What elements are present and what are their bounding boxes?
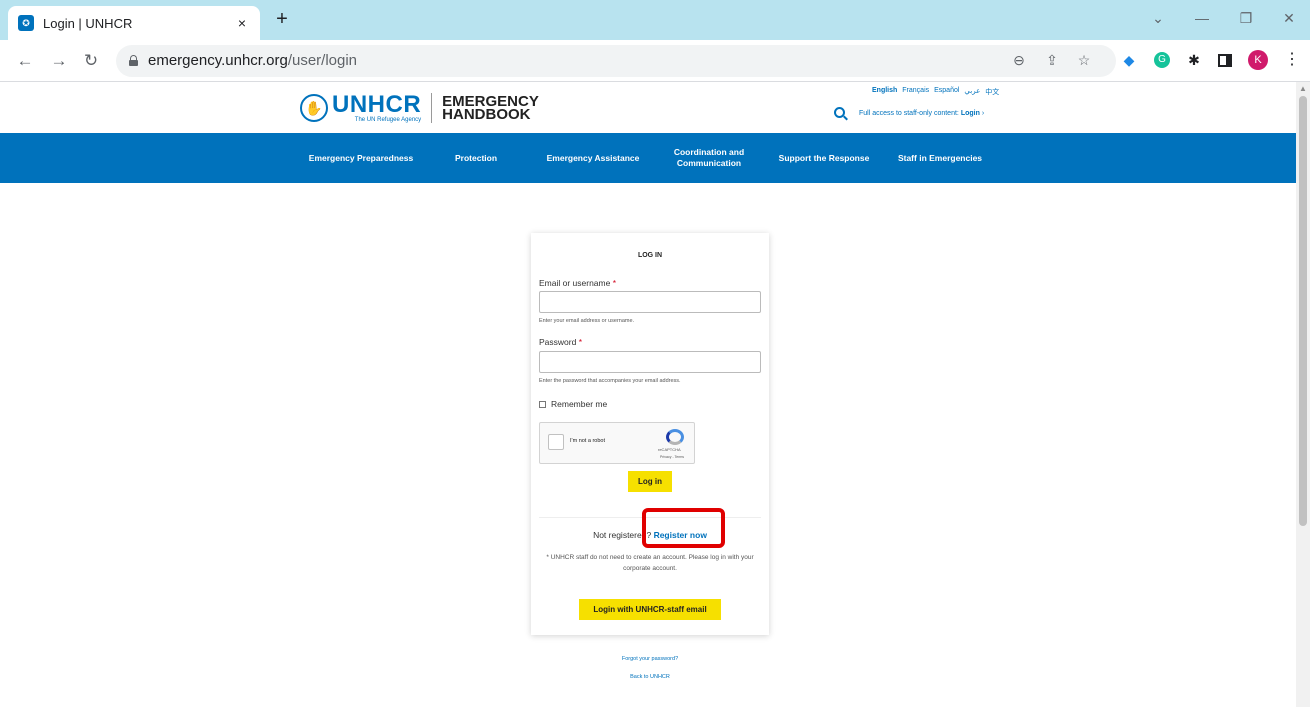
reload-icon[interactable]: ↻: [80, 50, 102, 72]
email-hint: Enter your email address or username.: [539, 318, 635, 324]
logo-sub-text: The UN Refugee Agency: [354, 117, 422, 123]
sidebar-icon[interactable]: [1216, 51, 1234, 69]
email-field[interactable]: [539, 291, 761, 313]
staff-note-text: Full access to staff-only content:: [859, 110, 959, 117]
nav-protection[interactable]: Protection: [446, 133, 506, 183]
recaptcha-checkbox[interactable]: [548, 434, 564, 450]
forgot-password-link[interactable]: Forgot your password?: [600, 656, 700, 662]
new-tab-button[interactable]: +: [272, 9, 292, 29]
nav-support-response[interactable]: Support the Response: [769, 133, 879, 183]
share-icon[interactable]: ⇪: [1043, 52, 1061, 69]
login-button[interactable]: Log in: [628, 471, 672, 492]
staff-login-link[interactable]: Login: [961, 110, 980, 117]
address-bar[interactable]: emergency.unhcr.org/user/login ⊖ ⇪ ☆: [116, 45, 1116, 77]
close-window-icon[interactable]: ✕: [1279, 10, 1299, 27]
password-label: Password *: [539, 337, 583, 347]
tab-title: Login | UNHCR: [43, 15, 133, 31]
minimize-icon[interactable]: —: [1192, 10, 1212, 26]
browser-toolbar: ← → ↻ emergency.unhcr.org/user/login ⊖ ⇪…: [0, 40, 1310, 82]
main-navigation: Emergency Preparedness Protection Emerge…: [0, 133, 1296, 183]
nav-coordination-communication[interactable]: Coordination and Communication: [665, 133, 753, 183]
handbook-line2: HANDBOOK: [442, 106, 531, 123]
recaptcha-brand: reCAPTCHA: [658, 447, 681, 452]
remember-me[interactable]: Remember me: [539, 399, 607, 409]
unhcr-favicon-icon: ✪: [18, 15, 34, 31]
extension-icon[interactable]: ◆: [1120, 51, 1138, 69]
remember-checkbox[interactable]: [539, 400, 546, 408]
back-to-unhcr-link[interactable]: Back to UNHCR: [600, 674, 700, 680]
scrollbar[interactable]: ▲: [1296, 82, 1310, 707]
tab-login[interactable]: ✪ Login | UNHCR ×: [8, 6, 260, 40]
recaptcha-terms[interactable]: Privacy - Terms: [660, 455, 684, 459]
lang-arabic[interactable]: عربي: [964, 87, 980, 97]
lock-icon[interactable]: [129, 55, 138, 66]
recaptcha-label: I'm not a robot: [570, 438, 605, 444]
email-label: Email or username *: [539, 278, 617, 288]
nav-emergency-assistance[interactable]: Emergency Assistance: [537, 133, 649, 183]
back-icon[interactable]: ←: [14, 50, 36, 72]
grammarly-icon[interactable]: G: [1153, 51, 1171, 69]
nav-staff-emergencies[interactable]: Staff in Emergencies: [887, 133, 993, 183]
logo-main-text: UNHCR: [332, 91, 422, 118]
url-path: /user/login: [287, 52, 358, 69]
tab-strip: ✪ Login | UNHCR × + ⌄ — ❐ ✕: [0, 0, 1310, 40]
logo-divider: [431, 93, 433, 123]
menu-icon[interactable]: ⋮: [1284, 49, 1300, 69]
remember-label: Remember me: [551, 399, 608, 409]
page: ✋ UNHCR The UN Refugee Agency EMERGENCY …: [0, 82, 1296, 707]
tab-close-icon[interactable]: ×: [234, 15, 250, 31]
recaptcha-widget: I'm not a robot reCAPTCHA Privacy - Term…: [539, 422, 695, 464]
password-field[interactable]: [539, 351, 761, 373]
scroll-up-icon[interactable]: ▲: [1299, 84, 1307, 93]
staff-login-button[interactable]: Login with UNHCR-staff email: [579, 599, 721, 620]
url-domain: emergency.unhcr.org: [148, 52, 288, 69]
lang-english[interactable]: English: [872, 87, 897, 97]
search-icon[interactable]: [834, 107, 848, 121]
chevron-right-icon: ›: [981, 110, 985, 117]
unhcr-emblem-icon: ✋: [300, 94, 328, 122]
zoom-icon[interactable]: ⊖: [1010, 52, 1028, 69]
tab-search-icon[interactable]: ⌄: [1148, 10, 1168, 27]
unhcr-logo[interactable]: ✋ UNHCR The UN Refugee Agency EMERGENCY …: [300, 93, 539, 123]
handbook-title: EMERGENCY HANDBOOK: [442, 94, 539, 123]
url-text[interactable]: emergency.unhcr.org/user/login: [148, 52, 357, 69]
nav-emergency-preparedness[interactable]: Emergency Preparedness: [296, 133, 426, 183]
lang-french[interactable]: Français: [902, 87, 929, 97]
puzzle-icon[interactable]: ✱: [1185, 51, 1203, 69]
lang-spanish[interactable]: Español: [934, 87, 959, 97]
password-hint: Enter the password that accompanies your…: [539, 378, 681, 384]
bookmark-star-icon[interactable]: ☆: [1075, 52, 1093, 69]
forward-icon[interactable]: →: [48, 50, 70, 72]
restore-icon[interactable]: ❐: [1236, 10, 1256, 27]
profile-avatar[interactable]: K: [1248, 50, 1268, 70]
language-switcher: English Français Español عربي 中文: [872, 87, 999, 97]
scrollbar-thumb[interactable]: [1299, 96, 1307, 526]
login-title: LOG IN: [637, 252, 663, 259]
highlight-box: [642, 508, 725, 548]
lang-chinese[interactable]: 中文: [985, 87, 999, 97]
login-card: LOG IN Email or username * Enter your em…: [531, 233, 769, 635]
staff-access-note: Full access to staff-only content: Login…: [859, 110, 984, 117]
staff-info-text: * UNHCR staff do not need to create an a…: [546, 554, 754, 572]
recaptcha-logo-icon: [666, 429, 684, 445]
